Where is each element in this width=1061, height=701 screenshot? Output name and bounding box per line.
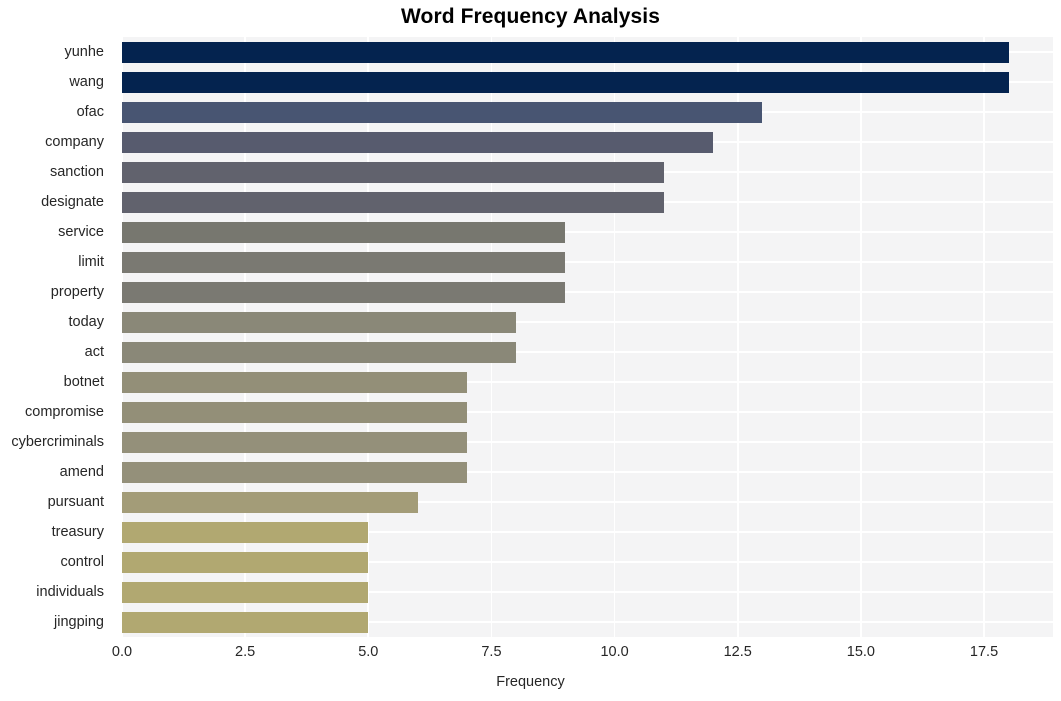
y-axis-tick-label: treasury: [51, 524, 104, 540]
chart-title: Word Frequency Analysis: [400, 5, 661, 28]
bar: [122, 41, 1009, 63]
bar: [122, 581, 369, 603]
x-axis-tick-label: 5.0: [358, 644, 379, 660]
gridline-vertical: [122, 37, 123, 637]
y-axis-tick-label: today: [68, 314, 104, 330]
bar: [122, 71, 1009, 93]
bar: [122, 341, 517, 363]
y-axis-tick-label: individuals: [36, 584, 104, 600]
gridline-vertical: [490, 37, 493, 637]
bar: [122, 161, 664, 183]
bar: [122, 431, 467, 453]
y-axis-tick-label: amend: [59, 464, 104, 480]
gridline-vertical: [244, 37, 246, 637]
y-axis-tick-label: property: [50, 284, 104, 300]
x-axis-tick-label: 7.5: [481, 644, 502, 660]
y-axis-tick-label: control: [60, 554, 104, 570]
gridline-vertical: [736, 37, 739, 637]
x-axis-tick-label: 0.0: [111, 644, 133, 660]
y-axis-tick-label: compromise: [25, 404, 104, 420]
gridline-vertical: [367, 37, 370, 637]
y-axis-tick-label: wang: [69, 74, 104, 90]
bar: [122, 401, 467, 423]
bar: [122, 491, 418, 513]
y-axis-tick-label: jingping: [54, 614, 104, 630]
gridline-vertical: [613, 37, 616, 637]
y-axis-tick-label: company: [45, 134, 104, 150]
y-axis-tick-label: botnet: [63, 374, 104, 390]
y-axis-tick-label: service: [58, 224, 104, 240]
bar: [122, 521, 369, 543]
y-axis-tick-label: limit: [78, 254, 104, 270]
bar: [122, 131, 714, 153]
bar: [122, 311, 517, 333]
x-axis-tick-labels: 0.0 2.5 5.0 7.5 10.0 12.5 15.0 17.5: [0, 645, 1061, 669]
x-axis-tick-label: 10.0: [600, 644, 629, 660]
y-axis-tick-label: yunhe: [64, 44, 104, 60]
x-axis-tick-label: 12.5: [723, 644, 752, 660]
chart-figure: Word Frequency Analysis yunhe wang ofac com…: [0, 0, 1061, 701]
bar: [122, 371, 467, 393]
bar: [122, 191, 664, 213]
y-axis-tick-label: ofac: [76, 104, 104, 120]
y-axis-tick-label: cybercriminals: [11, 434, 104, 450]
y-axis-tick-label: designate: [41, 194, 104, 210]
gridline-vertical: [983, 37, 985, 637]
gridline-vertical: [860, 37, 862, 637]
bar: [122, 251, 566, 273]
bar: [122, 611, 369, 633]
plot-area: [122, 37, 1053, 637]
y-axis-tick-label: sanction: [49, 164, 104, 180]
x-axis-tick-label: 17.5: [969, 644, 999, 660]
y-axis-tick-label: pursuant: [47, 494, 104, 510]
y-axis-tick-labels: yunhe wang ofac company sanction designate ser…: [0, 37, 113, 637]
bar: [122, 461, 467, 483]
x-axis-tick-label: 2.5: [235, 644, 256, 660]
y-axis-tick-label: act: [84, 344, 104, 360]
bar: [122, 221, 566, 243]
bar: [122, 281, 566, 303]
x-axis-label: Frequency: [496, 674, 565, 690]
bar: [122, 551, 369, 573]
x-axis-tick-label: 15.0: [846, 644, 875, 660]
bar: [122, 101, 763, 123]
